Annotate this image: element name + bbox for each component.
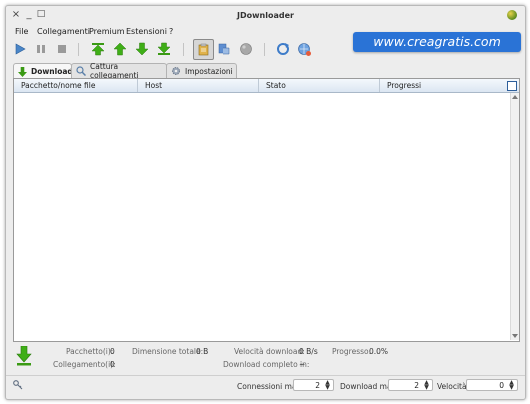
pause-icon[interactable] [33,41,49,57]
links-label: Collegamento(i): [53,360,116,369]
stop-icon[interactable] [54,41,70,57]
progress-value: 0.0% [369,347,389,356]
download-speed-value: 0 B/s [299,347,318,356]
speed-limit-value: 0 [499,381,504,390]
watermark-banner: www.creagratis.com [353,32,521,52]
total-size-label: Dimensione totale: [132,347,204,356]
max-downloads-spinner[interactable]: 2 ▲ ▼ [388,379,433,391]
settings-icon [171,66,181,76]
spinner-arrows-icon[interactable]: ▲ ▼ [324,380,331,391]
tab-settings-label: Impostazioni [185,66,233,76]
tab-download[interactable]: Download [13,63,73,79]
reconnect-icon[interactable] [216,41,232,57]
update-icon[interactable] [296,41,312,57]
tab-settings[interactable]: Impostazioni [166,63,237,78]
column-header-progress[interactable]: Progressi [380,79,505,92]
bottom-bar: Connessioni max 2 ▲ ▼ Download max 2 ▲ ▼ V… [6,375,525,396]
menu-estensioni[interactable]: Estensioni [126,27,167,36]
move-top-icon[interactable] [90,41,106,57]
eta-value: ~ [299,360,306,369]
menu-help[interactable]: ? [169,27,173,36]
toolbar-separator [78,43,79,56]
toolbar-separator [183,43,184,56]
total-size-value: 0 B [196,347,209,356]
column-header-status[interactable]: Stato [259,79,380,92]
packages-value: 0 [110,347,115,356]
move-up-icon[interactable] [112,41,128,57]
premium-icon[interactable] [238,41,254,57]
play-icon[interactable] [12,41,28,57]
links-value: 0 [110,360,115,369]
download-status-icon [16,345,32,366]
link-grabber-icon [76,66,86,76]
spinner-arrows-icon[interactable]: ▲ ▼ [508,380,515,391]
eta-label: Download completo in: [223,360,310,369]
max-downloads-value: 2 [414,381,419,390]
max-connections-value: 2 [315,381,320,390]
table-header: Pacchetto/nome file Host Stato Progressi [14,79,519,93]
download-arrow-icon [18,66,27,77]
clipboard-icon[interactable] [193,39,214,60]
refresh-icon[interactable] [275,41,291,57]
column-header-package[interactable]: Pacchetto/nome file [14,79,138,92]
app-window: × _ □ JDownloader File Collegamenti Prem… [5,5,526,400]
scroll-down-arrow-icon[interactable] [512,334,518,338]
move-bottom-icon[interactable] [156,41,172,57]
menu-premium[interactable]: Premium [89,27,125,36]
menu-collegamenti[interactable]: Collegamenti [37,27,90,36]
max-connections-spinner[interactable]: 2 ▲ ▼ [293,379,334,391]
status-panel: Pacchetto(i): 0 Collegamento(i): 0 Dimen… [6,342,525,375]
download-list[interactable]: Pacchetto/nome file Host Stato Progressi [13,78,520,342]
toolbar-separator [264,43,265,56]
window-title: JDownloader [237,11,294,20]
download-speed-label: Velocità download: [234,347,305,356]
max-connections-label: Connessioni max [237,382,301,391]
jdownloader-logo-icon [507,10,517,20]
spinner-arrows-icon[interactable]: ▲ ▼ [423,380,430,391]
speed-limit-spinner[interactable]: 0 ▲ ▼ [466,379,518,391]
scroll-up-arrow-icon[interactable] [512,95,518,99]
vertical-scrollbar[interactable] [510,93,519,340]
progress-label: Progresso: [332,347,372,356]
packages-label: Pacchetto(i): [66,347,114,356]
tab-link-grabber[interactable]: Cattura collegamenti [71,62,167,80]
tab-download-label: Download [31,67,73,76]
speed-limit-label: Velocità [437,382,467,391]
title-bar: × _ □ JDownloader [6,6,525,25]
move-down-icon[interactable] [134,41,150,57]
menu-file[interactable]: File [15,27,28,36]
column-chooser-icon[interactable] [507,81,517,91]
column-header-host[interactable]: Host [138,79,259,92]
key-icon[interactable] [13,380,23,390]
